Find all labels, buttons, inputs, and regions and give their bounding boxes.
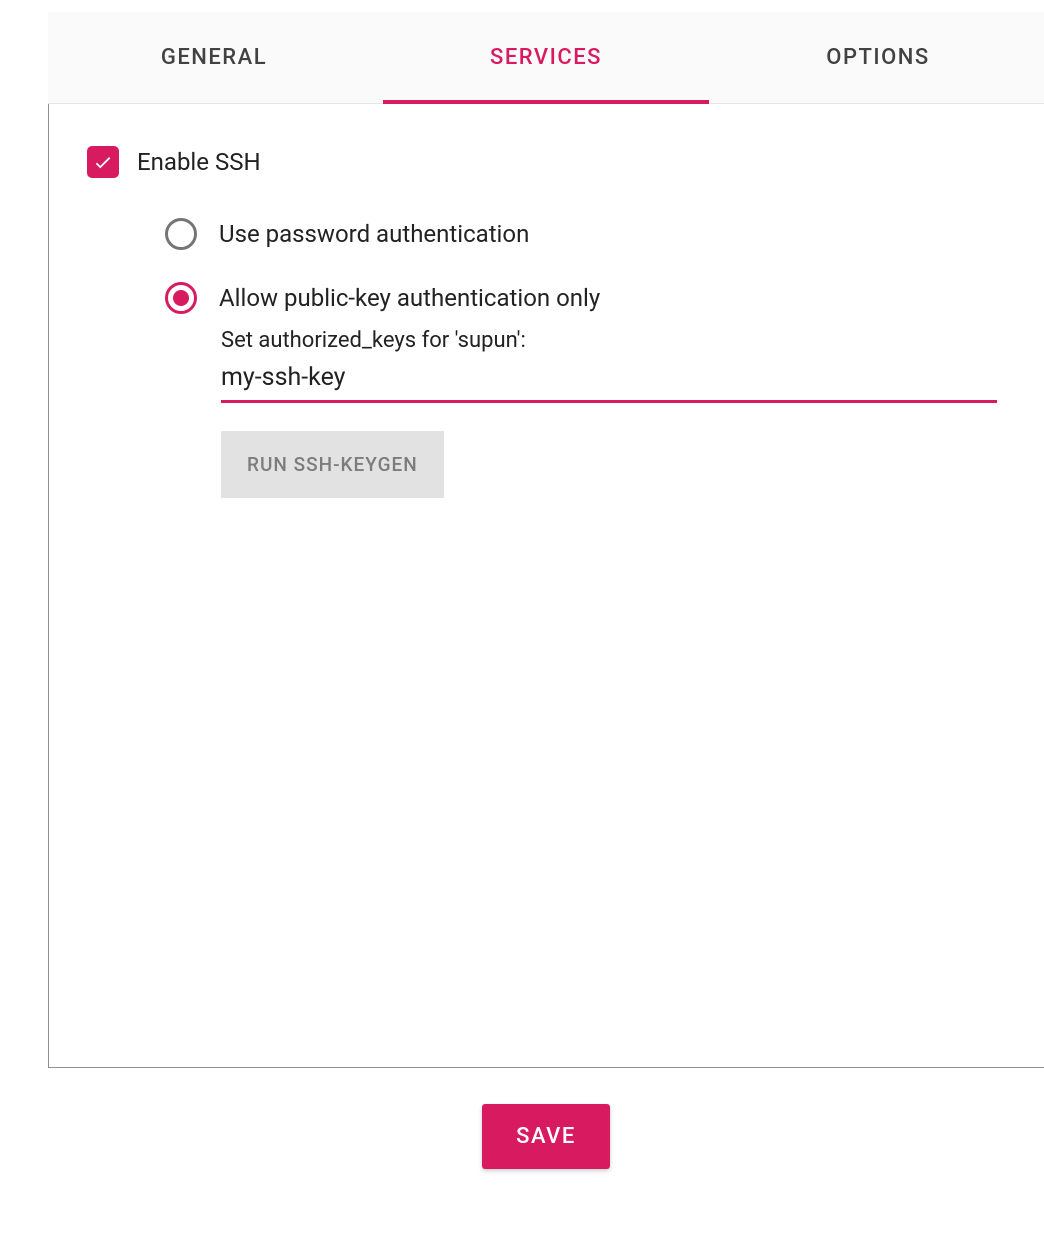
authorized-keys-label: Set authorized_keys for 'supun':	[221, 328, 1044, 353]
password-auth-radio[interactable]	[165, 218, 197, 250]
auth-radio-group: Use password authentication Allow public…	[165, 218, 1044, 314]
password-auth-row: Use password authentication	[165, 218, 1044, 250]
services-panel: Enable SSH Use password authentication A…	[48, 104, 1044, 1068]
publickey-auth-label: Allow public-key authentication only	[219, 284, 600, 312]
enable-ssh-row: Enable SSH	[87, 146, 1044, 178]
tabs-header: GENERAL SERVICES OPTIONS	[48, 12, 1044, 104]
tab-general[interactable]: GENERAL	[48, 12, 380, 103]
save-button[interactable]: SAVE	[482, 1104, 610, 1169]
enable-ssh-label: Enable SSH	[137, 148, 261, 176]
tab-services[interactable]: SERVICES	[380, 12, 712, 103]
enable-ssh-checkbox[interactable]	[87, 146, 119, 178]
check-icon	[92, 151, 114, 173]
publickey-auth-radio[interactable]	[165, 282, 197, 314]
run-ssh-keygen-button[interactable]: RUN SSH-KEYGEN	[221, 431, 444, 498]
tab-options[interactable]: OPTIONS	[712, 12, 1044, 103]
authorized-keys-input[interactable]	[221, 359, 997, 403]
footer: SAVE	[48, 1104, 1044, 1169]
authorized-keys-section: Set authorized_keys for 'supun': RUN SSH…	[221, 328, 1044, 498]
password-auth-label: Use password authentication	[219, 220, 529, 248]
publickey-auth-row: Allow public-key authentication only	[165, 282, 1044, 314]
